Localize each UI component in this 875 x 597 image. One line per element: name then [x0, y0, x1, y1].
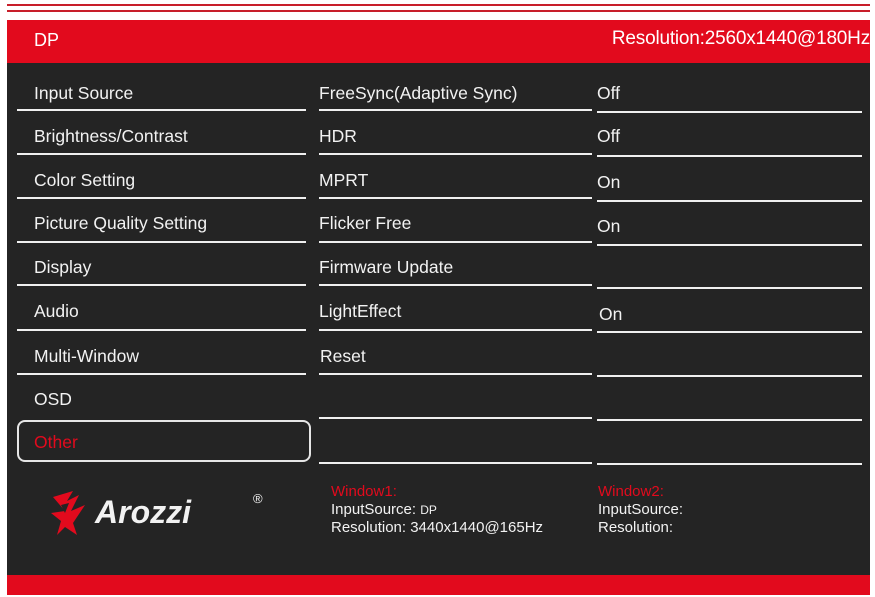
divider	[319, 241, 592, 243]
menu-item-color-setting[interactable]: Color Setting	[34, 170, 135, 191]
menu-item-display[interactable]: Display	[34, 257, 91, 278]
submenu-item-mprt[interactable]: MPRT	[319, 170, 368, 191]
menu-item-picture-quality[interactable]: Picture Quality Setting	[34, 213, 207, 234]
divider	[597, 111, 862, 113]
submenu-item-lighteffect[interactable]: LightEffect	[319, 301, 401, 322]
divider	[17, 284, 306, 286]
divider	[597, 244, 862, 246]
menu-item-osd[interactable]: OSD	[34, 389, 72, 410]
osd-panel: DP Resolution:2560x1440@180Hz Input Sour…	[7, 20, 870, 595]
value-freesync[interactable]: Off	[597, 83, 620, 104]
divider	[319, 417, 592, 419]
osd-footer	[7, 575, 870, 595]
arozzi-logo-mark-icon: Arozzi ®	[51, 491, 263, 535]
submenu-item-freesync[interactable]: FreeSync(Adaptive Sync)	[319, 83, 517, 104]
divider	[319, 329, 592, 331]
divider	[17, 373, 306, 375]
menu-item-multi-window[interactable]: Multi-Window	[34, 346, 139, 367]
window1-info: Window1: InputSource: DP Resolution: 344…	[331, 483, 543, 537]
submenu-item-flicker-free[interactable]: Flicker Free	[319, 213, 411, 234]
window2-res-label: Resolution:	[598, 519, 674, 536]
divider	[597, 331, 862, 333]
menu-item-brightness-contrast[interactable]: Brightness/Contrast	[34, 126, 188, 147]
divider	[597, 155, 862, 157]
divider	[319, 284, 592, 286]
value-lighteffect[interactable]: On	[599, 304, 622, 325]
divider	[319, 462, 592, 464]
divider	[597, 287, 862, 289]
registered-mark: ®	[253, 491, 263, 506]
divider	[319, 109, 592, 111]
osd-header: DP Resolution:2560x1440@180Hz	[7, 20, 870, 63]
brand-name: Arozzi	[94, 494, 192, 530]
value-hdr[interactable]: Off	[597, 126, 620, 147]
submenu-item-reset[interactable]: Reset	[320, 346, 366, 367]
current-resolution: Resolution:2560x1440@180Hz	[611, 28, 870, 49]
value-mprt[interactable]: On	[597, 172, 620, 193]
window2-info: Window2: InputSource: Resolution:	[598, 483, 683, 537]
divider	[597, 375, 862, 377]
divider	[319, 197, 592, 199]
top-rule	[7, 10, 870, 12]
menu-item-input-source[interactable]: Input Source	[34, 83, 133, 104]
menu-item-audio[interactable]: Audio	[34, 301, 79, 322]
window2-title: Window2:	[598, 483, 664, 500]
divider	[17, 197, 306, 199]
divider	[597, 463, 862, 465]
divider	[17, 241, 306, 243]
window1-res-label: Resolution:	[331, 519, 407, 536]
divider	[597, 419, 862, 421]
divider	[597, 200, 862, 202]
current-input: DP	[34, 30, 60, 50]
window1-res-value: 3440x1440@165Hz	[410, 519, 544, 536]
window2-input-label: InputSource:	[598, 501, 684, 518]
window1-input-value: DP	[420, 503, 437, 517]
arozzi-logo: Arozzi ®	[47, 483, 277, 548]
menu-item-other[interactable]: Other	[34, 432, 78, 453]
window1-title: Window1:	[331, 483, 397, 500]
divider	[17, 329, 306, 331]
top-rule	[7, 4, 870, 6]
value-flicker-free[interactable]: On	[597, 216, 620, 237]
window1-input-label: InputSource:	[331, 501, 417, 518]
divider	[17, 109, 306, 111]
divider	[319, 373, 592, 375]
divider	[17, 153, 306, 155]
submenu-item-firmware-update[interactable]: Firmware Update	[319, 257, 453, 278]
submenu-item-hdr[interactable]: HDR	[319, 126, 357, 147]
divider	[319, 153, 592, 155]
